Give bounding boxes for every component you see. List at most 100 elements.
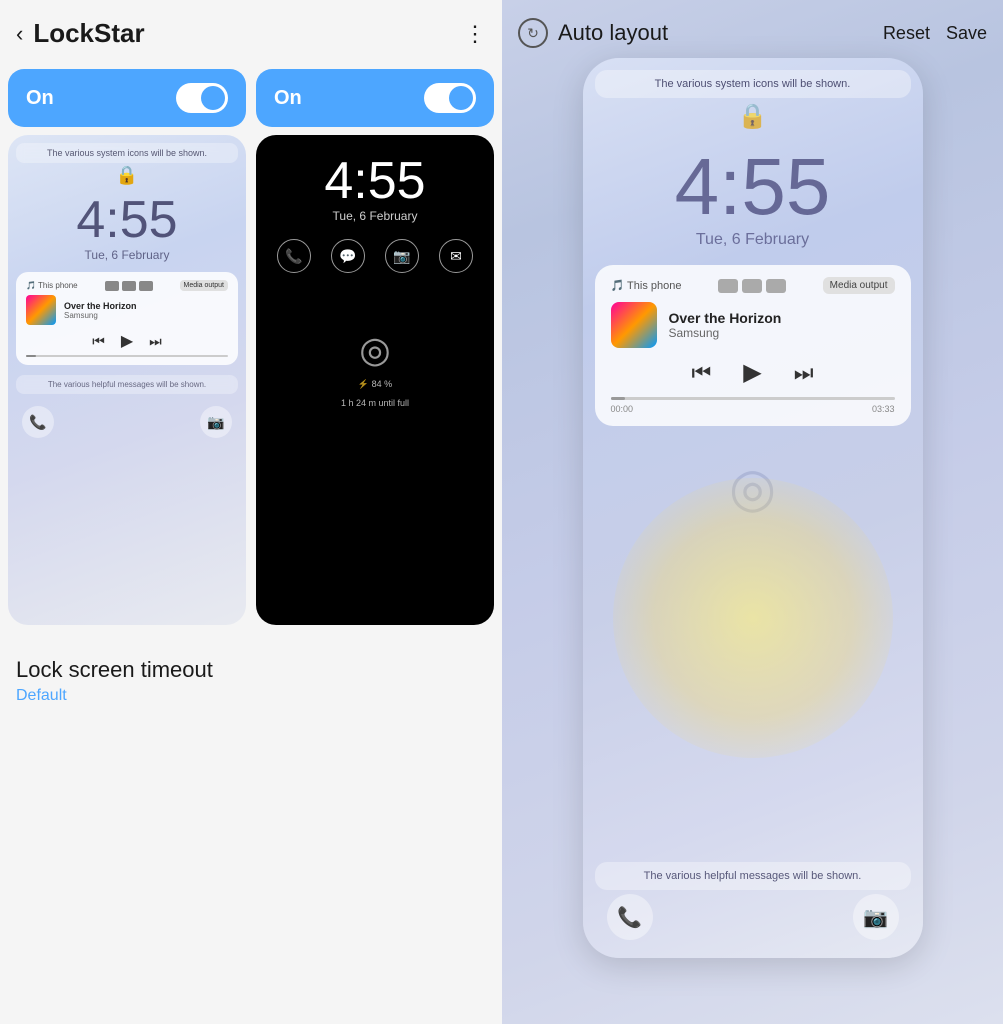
lock-timeout-title: Lock screen timeout bbox=[16, 657, 486, 683]
light-phone-date: Tue, 6 February bbox=[8, 248, 246, 262]
progress-fill bbox=[26, 355, 36, 357]
media-source: 🎵 This phone bbox=[26, 281, 78, 290]
media-icon-3 bbox=[139, 281, 153, 291]
big-media-info: Over the Horizon Samsung bbox=[611, 302, 895, 348]
toggles-row: On On bbox=[0, 61, 502, 135]
right-panel: ↻ Auto layout Reset Save The various sys… bbox=[502, 0, 1003, 1024]
toggle-switch-1[interactable] bbox=[176, 83, 228, 113]
album-art bbox=[26, 295, 56, 325]
big-phone-wrapper: The various system icons will be shown. … bbox=[502, 58, 1003, 1024]
big-media-top: 🎵 This phone Media output bbox=[611, 277, 895, 294]
big-prev-button[interactable]: ⏮ bbox=[691, 360, 711, 386]
play-button[interactable]: ▶ bbox=[121, 331, 133, 351]
big-shortcut-phone[interactable]: 📞 bbox=[607, 894, 653, 940]
big-song-artist: Samsung bbox=[669, 326, 782, 340]
big-phone-bottom-bar: The various helpful messages will be sho… bbox=[595, 862, 911, 890]
media-icon-2 bbox=[122, 281, 136, 291]
header-left: ‹ LockStar bbox=[16, 18, 145, 49]
right-header-actions: Reset Save bbox=[883, 23, 987, 44]
light-phone-time: 4:55 bbox=[8, 194, 246, 246]
more-options-icon[interactable]: ⋮ bbox=[464, 21, 486, 47]
right-header-left: ↻ Auto layout bbox=[518, 18, 668, 48]
big-progress-fill bbox=[611, 397, 625, 400]
refresh-icon: ↻ bbox=[527, 25, 539, 42]
shortcut-phone-icon[interactable]: 📞 bbox=[22, 406, 54, 438]
light-media-card: 🎵 This phone Media output Over the Horiz… bbox=[16, 272, 238, 365]
big-phone-top-bar: The various system icons will be shown. bbox=[595, 70, 911, 98]
yellow-orb-decoration bbox=[613, 478, 893, 758]
big-media-text: Over the Horizon Samsung bbox=[669, 310, 782, 340]
toggle-knob-2 bbox=[449, 86, 473, 110]
big-phone-lock-icon: 🔒 bbox=[583, 102, 923, 131]
battery-subtext: 1 h 24 m until full bbox=[256, 398, 494, 408]
big-phone-time: 4:55 bbox=[583, 147, 923, 227]
battery-text: ⚡ 84 % bbox=[256, 379, 494, 390]
big-album-art bbox=[611, 302, 657, 348]
light-phone-preview[interactable]: The various system icons will be shown. … bbox=[8, 135, 246, 625]
big-progress-bar bbox=[611, 397, 895, 400]
big-shortcut-camera[interactable]: 📷 bbox=[853, 894, 899, 940]
light-phone-shortcuts: 📞 📷 bbox=[8, 398, 246, 446]
big-phone-preview: The various system icons will be shown. … bbox=[583, 58, 923, 958]
light-phone-bottom-bar: The various helpful messages will be sho… bbox=[16, 375, 238, 394]
app-title: LockStar bbox=[33, 18, 144, 49]
dark-shortcut-msg[interactable]: 💬 bbox=[331, 239, 365, 273]
big-time-end: 03:33 bbox=[872, 404, 895, 414]
toggle-label-2: On bbox=[274, 87, 302, 110]
toggle-card-2[interactable]: On bbox=[256, 69, 494, 127]
toggle-card-1[interactable]: On bbox=[8, 69, 246, 127]
big-media-output-btn[interactable]: Media output bbox=[823, 277, 895, 294]
toggle-knob-1 bbox=[201, 86, 225, 110]
auto-layout-title: Auto layout bbox=[558, 20, 668, 46]
prev-button[interactable]: ⏮ bbox=[92, 333, 105, 350]
back-icon[interactable]: ‹ bbox=[16, 21, 23, 47]
dark-phone-time: 4:55 bbox=[256, 155, 494, 207]
previews-row: The various system icons will be shown. … bbox=[0, 135, 502, 637]
dark-phone-date: Tue, 6 February bbox=[256, 209, 494, 223]
big-time-start: 00:00 bbox=[611, 404, 634, 414]
big-media-icon-2 bbox=[742, 279, 762, 293]
big-phone-shortcuts: 📞 📷 bbox=[583, 894, 923, 940]
big-media-icon-1 bbox=[718, 279, 738, 293]
dark-shortcut-mail[interactable]: ✉ bbox=[439, 239, 473, 273]
left-panel: ‹ LockStar ⋮ On On The various system ic… bbox=[0, 0, 502, 1024]
right-header: ↻ Auto layout Reset Save bbox=[502, 0, 1003, 58]
media-output-btn[interactable]: Media output bbox=[180, 280, 228, 291]
progress-bar bbox=[26, 355, 228, 357]
big-media-icons bbox=[718, 279, 786, 293]
media-top-row: 🎵 This phone Media output bbox=[26, 280, 228, 291]
dark-phone-shortcuts: 📞 💬 📷 ✉ bbox=[256, 223, 494, 289]
song-title: Over the Horizon bbox=[64, 301, 228, 311]
save-button[interactable]: Save bbox=[946, 23, 987, 44]
big-media-icon-3 bbox=[766, 279, 786, 293]
big-media-controls: ⏮ ▶ ⏭ bbox=[611, 358, 895, 387]
big-play-button[interactable]: ▶ bbox=[743, 358, 761, 387]
toggle-switch-2[interactable] bbox=[424, 83, 476, 113]
media-text: Over the Horizon Samsung bbox=[64, 301, 228, 320]
media-icons bbox=[105, 281, 153, 291]
auto-layout-icon: ↻ bbox=[518, 18, 548, 48]
media-controls: ⏮ ▶ ⏭ bbox=[26, 331, 228, 351]
dark-shortcut-phone[interactable]: 📞 bbox=[277, 239, 311, 273]
big-media-source: 🎵 This phone bbox=[611, 279, 682, 292]
media-icon-1 bbox=[105, 281, 119, 291]
reset-button[interactable]: Reset bbox=[883, 23, 930, 44]
big-phone-date: Tue, 6 February bbox=[583, 231, 923, 249]
lock-icon-light: 🔒 bbox=[8, 165, 246, 186]
big-time-labels: 00:00 03:33 bbox=[611, 404, 895, 414]
lock-timeout-section[interactable]: Lock screen timeout Default bbox=[0, 637, 502, 725]
song-artist: Samsung bbox=[64, 311, 228, 320]
big-next-button[interactable]: ⏭ bbox=[794, 360, 814, 386]
header: ‹ LockStar ⋮ bbox=[0, 0, 502, 61]
dark-shortcut-cam[interactable]: 📷 bbox=[385, 239, 419, 273]
big-fingerprint-icon: ◎ bbox=[583, 456, 923, 519]
fingerprint-icon-dark: ◎ bbox=[256, 329, 494, 371]
lock-timeout-value: Default bbox=[16, 687, 486, 705]
shortcut-camera-icon[interactable]: 📷 bbox=[200, 406, 232, 438]
next-button[interactable]: ⏭ bbox=[149, 333, 162, 350]
big-media-card: 🎵 This phone Media output Over the Horiz… bbox=[595, 265, 911, 426]
big-song-title: Over the Horizon bbox=[669, 310, 782, 326]
media-info-row: Over the Horizon Samsung bbox=[26, 295, 228, 325]
toggle-label-1: On bbox=[26, 87, 54, 110]
dark-phone-preview[interactable]: 4:55 Tue, 6 February 📞 💬 📷 ✉ ◎ ⚡ 84 % 1 … bbox=[256, 135, 494, 625]
